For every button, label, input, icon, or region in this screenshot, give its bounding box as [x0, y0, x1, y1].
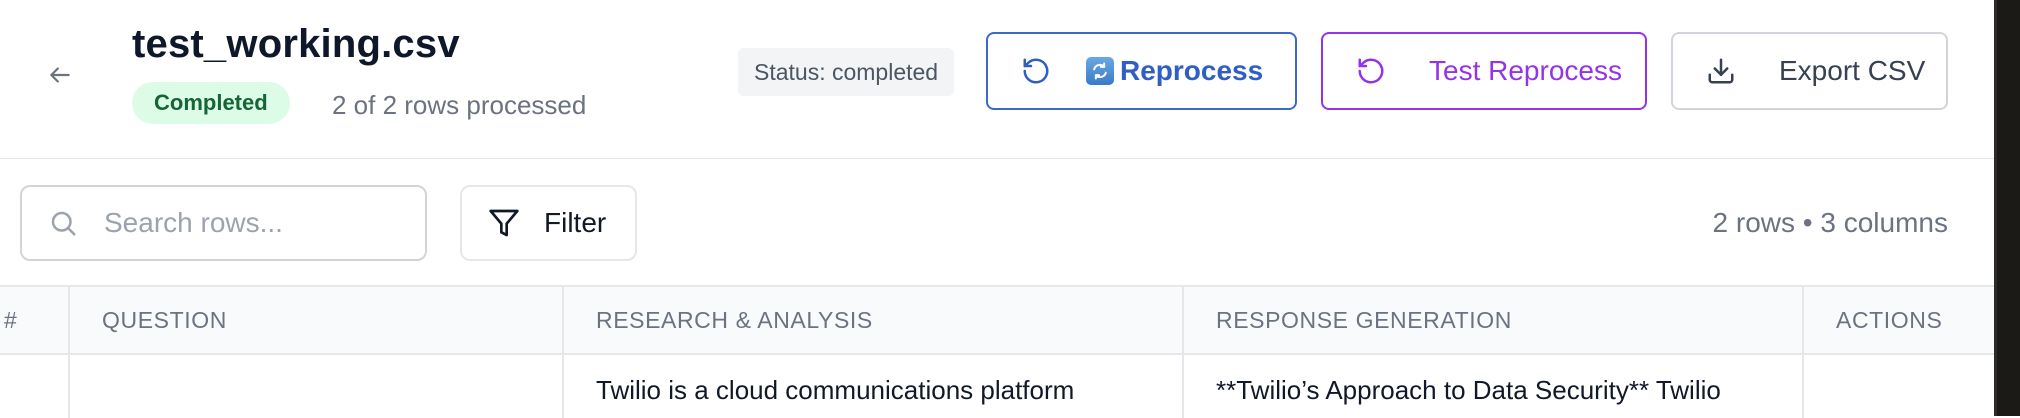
column-divider [68, 287, 70, 418]
back-button[interactable] [40, 55, 80, 95]
test-reprocess-button[interactable]: Test Reprocess [1321, 32, 1647, 110]
window-edge [1994, 0, 2020, 416]
research-cell[interactable]: Twilio is a cloud communications platfor… [596, 375, 1074, 406]
column-header-response[interactable]: RESPONSE GENERATION [1216, 287, 1512, 353]
status-badge: Completed [132, 82, 290, 124]
test-reprocess-button-label: Test Reprocess [1429, 55, 1622, 86]
download-icon [1703, 53, 1739, 89]
response-cell[interactable]: **Twilio’s Approach to Data Security** T… [1216, 375, 1721, 406]
column-divider [1182, 287, 1184, 418]
row-column-count: 2 rows • 3 columns [1712, 207, 1948, 238]
status-chip: Status: completed [738, 48, 955, 96]
column-header-research[interactable]: RESEARCH & ANALYSIS [596, 287, 873, 353]
column-divider [562, 287, 564, 418]
arrow-left-icon [50, 67, 70, 83]
rotate-ccw-icon [1018, 53, 1054, 89]
table-header: # QUESTION RESEARCH & ANALYSIS RESPONSE … [0, 287, 1994, 355]
column-header-question[interactable]: QUESTION [102, 287, 227, 353]
column-header-index[interactable]: # [4, 287, 17, 353]
page-header: test_working.csv Completed 2 of 2 rows p… [0, 0, 1994, 159]
data-table: # QUESTION RESEARCH & ANALYSIS RESPONSE … [0, 285, 1994, 418]
export-csv-button[interactable]: Export CSV [1671, 32, 1948, 110]
search-input[interactable] [102, 206, 406, 240]
app-window: test_working.csv Completed 2 of 2 rows p… [0, 0, 1994, 418]
rows-processed-text: 2 of 2 rows processed [332, 90, 587, 120]
reprocess-button-label: Reprocess [1120, 55, 1264, 86]
export-csv-button-label: Export CSV [1779, 55, 1926, 86]
filter-button[interactable]: Filter [460, 185, 637, 261]
search-icon [46, 206, 80, 240]
arrows-counterclockwise-emoji-icon [1086, 57, 1114, 85]
table-toolbar: Filter 2 rows • 3 columns [0, 159, 1994, 285]
column-divider [1802, 287, 1804, 418]
search-box[interactable] [20, 185, 427, 261]
rotate-ccw-icon [1353, 53, 1389, 89]
page-title: test_working.csv [132, 22, 460, 66]
funnel-icon [486, 205, 522, 241]
reprocess-button[interactable]: Reprocess [986, 32, 1297, 110]
filter-button-label: Filter [544, 207, 607, 238]
column-header-actions: ACTIONS [1836, 307, 1943, 333]
